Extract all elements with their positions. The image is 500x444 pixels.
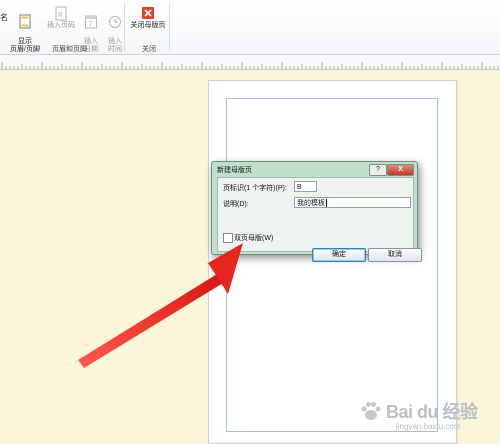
clock-icon [109, 16, 121, 28]
cancel-button[interactable]: 取消 [368, 248, 422, 262]
close-master-page-button[interactable]: 关闭母版页 [129, 6, 167, 30]
group-label-header-footer: 页眉和页脚 [52, 46, 87, 53]
publication-page [208, 80, 457, 444]
show-header-footer-button[interactable]: 显示 页眉/页脚 [10, 6, 40, 54]
description-value: 我的模板 [297, 200, 325, 207]
watermark-url: jingyan.baidu.com [396, 422, 461, 431]
baidu-watermark: Bai du 经验 jingyan.baidu.com [356, 396, 496, 436]
insert-time-label: 插入 时间 [108, 38, 122, 53]
group-label-close: 关闭 [142, 46, 156, 53]
insert-page-number-button[interactable]: # 插入页码 [46, 6, 76, 30]
margin-guides [226, 98, 438, 432]
page-number-icon: # [55, 6, 67, 21]
ok-button[interactable]: 确定 [312, 248, 366, 262]
dialog-close-button[interactable]: X [387, 164, 414, 176]
svg-text:7: 7 [89, 22, 93, 29]
paw-logo-icon [361, 402, 381, 420]
description-input[interactable]: 我的模板 [294, 197, 411, 208]
page-id-input[interactable]: B [294, 181, 317, 192]
watermark-brand: Bai du 经验 [386, 402, 478, 422]
show-header-footer-label: 显示 页眉/页脚 [10, 38, 40, 53]
two-page-master-label: 双页母版(W) [234, 235, 274, 242]
text-cursor [326, 199, 327, 208]
header-footer-icon [19, 14, 31, 29]
page-id-value: B [297, 184, 302, 191]
page-id-label: 页标识(1 个字符)(P): [223, 185, 287, 192]
dialog-body: 页标识(1 个字符)(P): B 说明(D): 我的模板 双页母版(W) 确定 … [217, 177, 422, 262]
ribbon-separator [124, 3, 125, 51]
insert-time-button[interactable]: 插入 时间 [100, 6, 130, 54]
help-button[interactable]: ? [369, 164, 387, 176]
horizontal-ruler [0, 55, 500, 70]
svg-text:#: # [58, 10, 63, 19]
dialog-title: 新建母版页 [217, 167, 252, 174]
ribbon: 名 显示 页眉/页脚 # 插入页码 7 插入 日期 插入 时间 关闭母版页 页眉… [0, 0, 500, 55]
calendar-icon: 7 [85, 15, 97, 29]
close-x-icon [142, 7, 154, 19]
ribbon-separator [169, 3, 170, 51]
insert-page-number-label: 插入页码 [47, 22, 75, 29]
ribbon-edge-label: 名 [0, 13, 8, 22]
close-master-page-label: 关闭母版页 [130, 22, 166, 29]
two-page-master-checkbox[interactable] [223, 233, 233, 243]
description-label: 说明(D): [223, 201, 249, 208]
new-master-page-dialog: 新建母版页 ? X 页标识(1 个字符)(P): B 说明(D): 我的模板 双… [211, 161, 422, 262]
